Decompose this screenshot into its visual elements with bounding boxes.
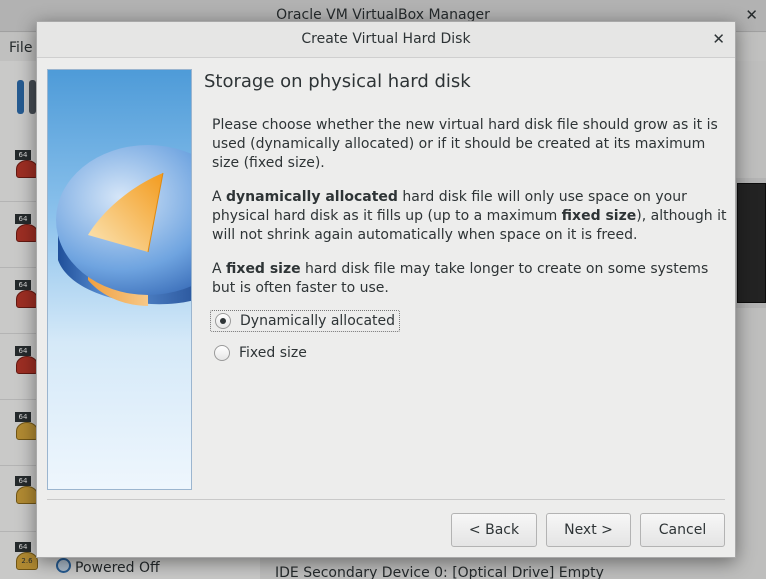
radio-label: Fixed size — [239, 345, 307, 361]
radio-label: Dynamically allocated — [240, 313, 396, 329]
next-button[interactable]: Next > — [546, 513, 631, 547]
dialog-title: Create Virtual Hard Disk — [301, 31, 471, 47]
fixed-description-paragraph: A fixed size hard disk file may take lon… — [212, 261, 709, 296]
wizard-page-heading: Storage on physical hard disk — [204, 71, 471, 92]
create-virtual-hard-disk-dialog: Create Virtual Hard Disk ✕ Storage on ph… — [36, 21, 736, 558]
fixed-term: fixed size — [561, 208, 637, 224]
hard-disk-pie-icon — [56, 145, 191, 306]
dynamic-description-paragraph: A dynamically allocated hard disk file w… — [212, 189, 727, 243]
radio-fixed-size[interactable]: Fixed size — [210, 342, 311, 364]
intro-paragraph: Please choose whether the new virtual ha… — [212, 117, 718, 171]
back-button[interactable]: < Back — [451, 513, 537, 547]
fixed-term: fixed size — [226, 261, 301, 277]
radio-checked-icon[interactable] — [215, 313, 231, 329]
wizard-disk-illustration — [47, 69, 192, 490]
radio-dynamically-allocated[interactable]: Dynamically allocated — [210, 310, 401, 332]
cancel-button[interactable]: Cancel — [640, 513, 725, 547]
radio-unchecked-icon[interactable] — [214, 345, 230, 361]
dynamic-term: dynamically allocated — [226, 189, 398, 205]
button-separator — [47, 499, 725, 500]
dialog-close-icon[interactable]: ✕ — [712, 30, 725, 48]
dialog-titlebar: Create Virtual Hard Disk ✕ — [37, 22, 735, 58]
